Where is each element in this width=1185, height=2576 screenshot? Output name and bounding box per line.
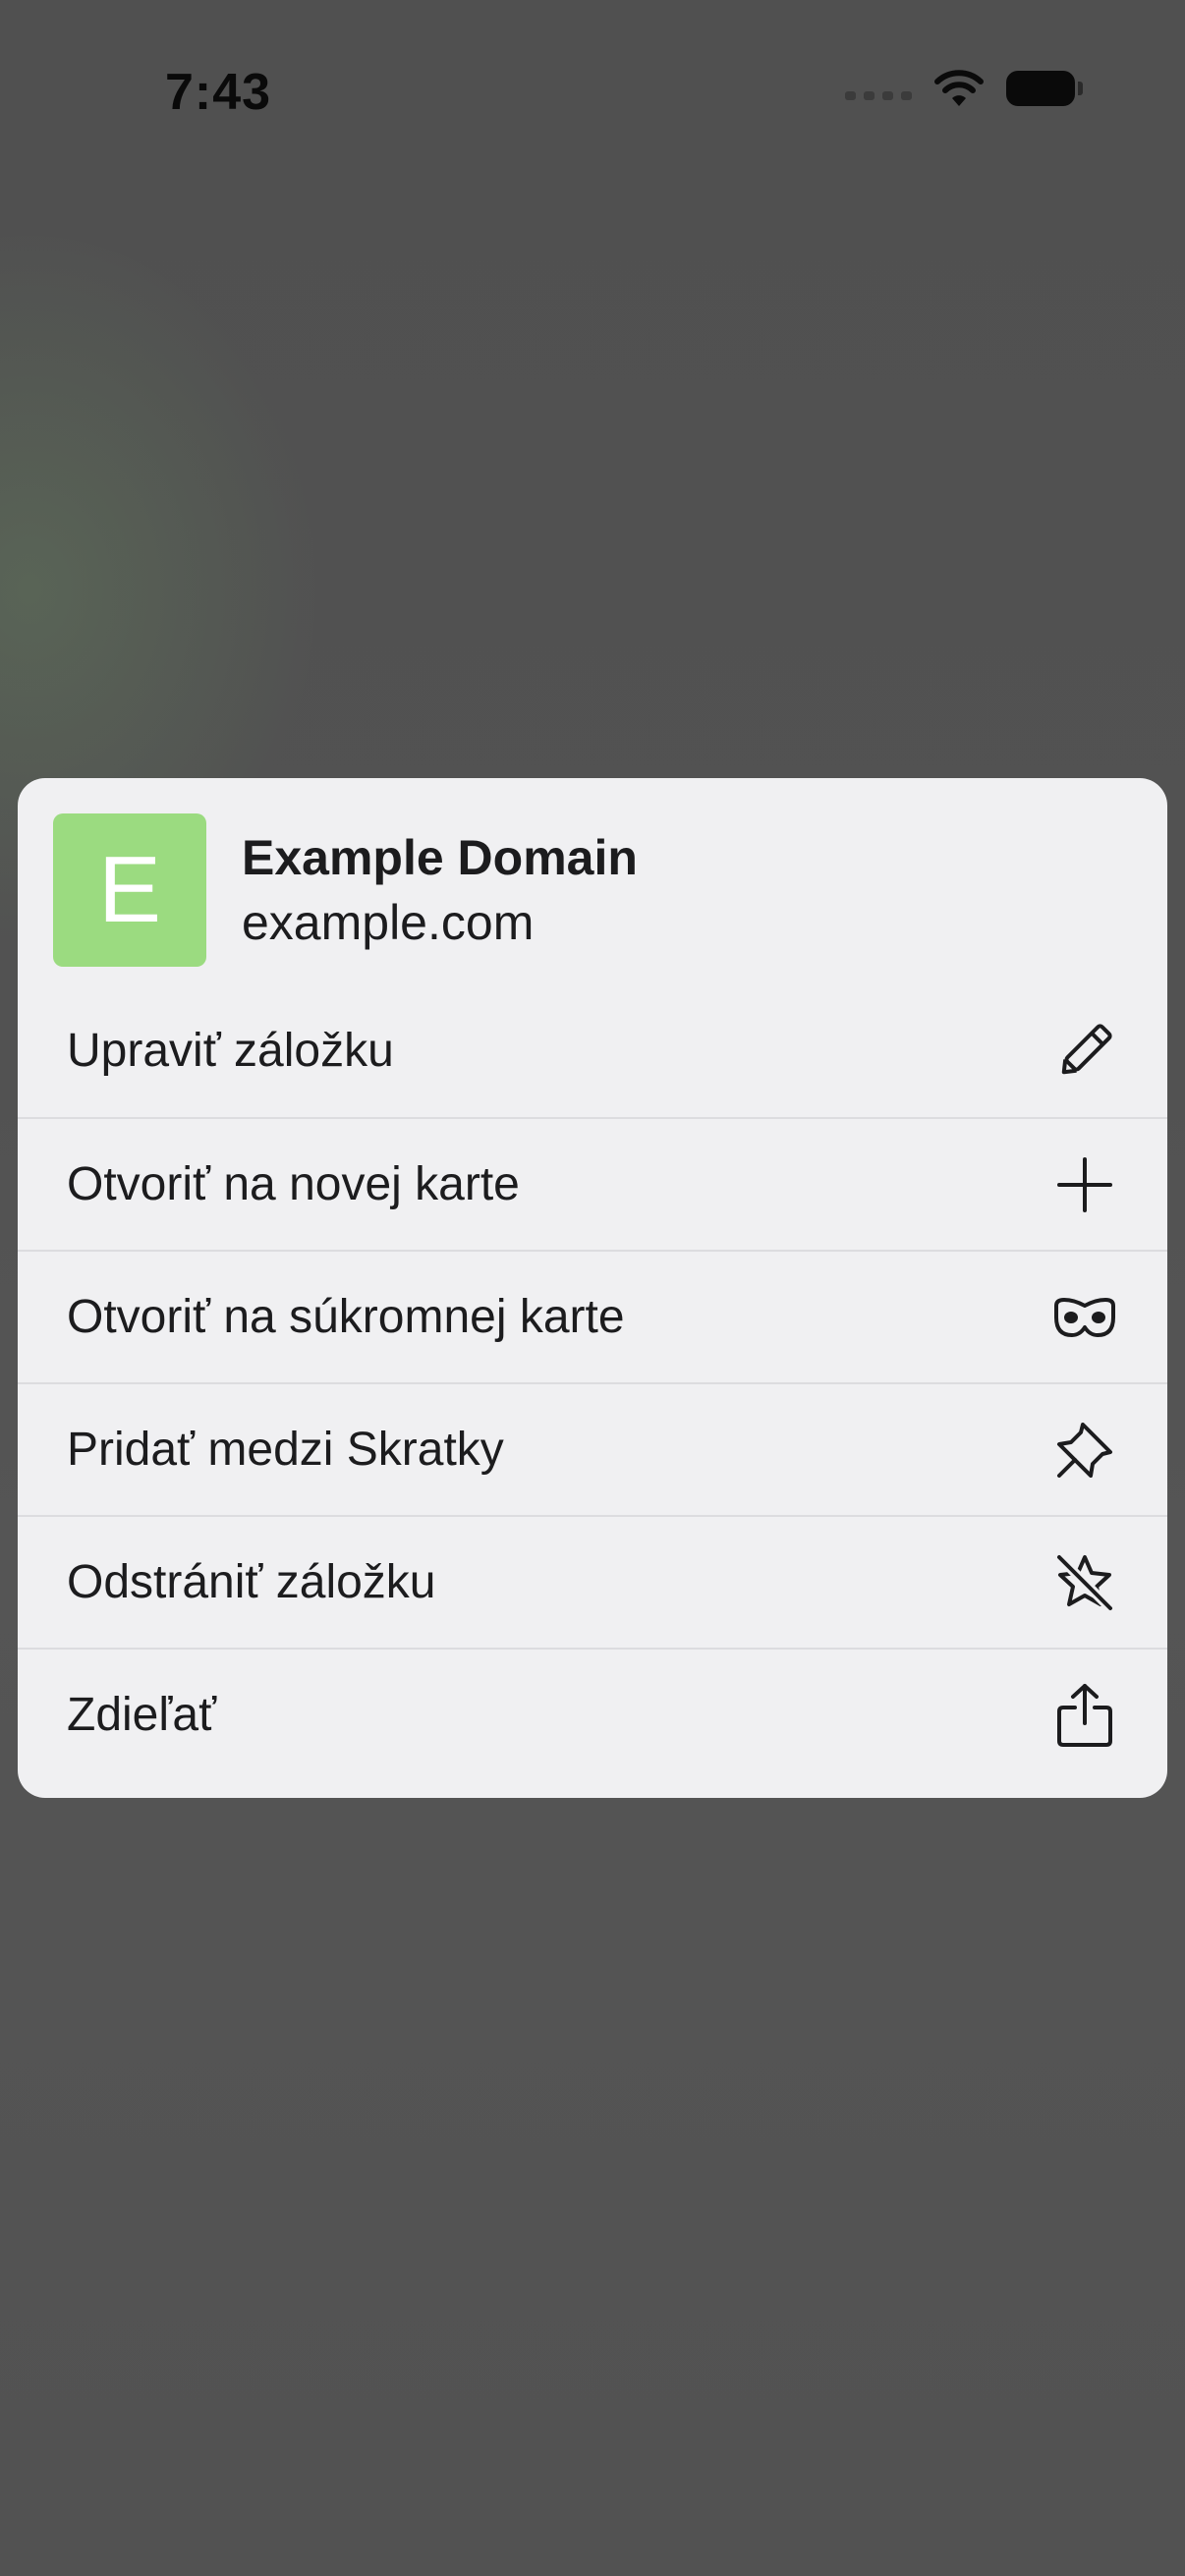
- plus-icon: [1051, 1151, 1118, 1218]
- private-mask-icon: [1051, 1284, 1118, 1351]
- pin-icon: [1051, 1417, 1118, 1484]
- menu-item-remove-bookmark[interactable]: Odstrániť záložku: [18, 1515, 1167, 1648]
- menu-item-label: Zdieľať: [67, 1689, 217, 1741]
- menu-item-label: Otvoriť na novej karte: [67, 1158, 520, 1210]
- menu-item-add-to-shortcuts[interactable]: Pridať medzi Skratky: [18, 1382, 1167, 1515]
- menu-list: Upraviť záložku Otvoriť na novej karte O…: [18, 984, 1167, 1780]
- bookmark-url: example.com: [242, 895, 535, 950]
- bookmark-context-menu: E Example Domain example.com Upraviť zál…: [18, 778, 1167, 1798]
- bookmark-title: Example Domain: [242, 830, 638, 885]
- battery-icon: [1006, 71, 1083, 106]
- star-slash-icon: [1051, 1549, 1118, 1616]
- menu-item-label: Otvoriť na súkromnej karte: [67, 1291, 625, 1343]
- status-icons: [845, 69, 1083, 108]
- menu-item-share[interactable]: Zdieľať: [18, 1648, 1167, 1780]
- menu-item-label: Pridať medzi Skratky: [67, 1424, 504, 1476]
- menu-item-open-new-tab[interactable]: Otvoriť na novej karte: [18, 1117, 1167, 1250]
- cellular-signal-icon: [845, 78, 912, 100]
- menu-item-label: Odstrániť záložku: [67, 1556, 436, 1608]
- status-time: 7:43: [165, 64, 272, 121]
- wifi-icon: [933, 69, 985, 108]
- bookmark-preview-header: E Example Domain example.com: [18, 778, 1167, 984]
- menu-item-edit-bookmark[interactable]: Upraviť záložku: [18, 984, 1167, 1117]
- share-icon: [1051, 1682, 1118, 1749]
- favicon: E: [53, 813, 206, 967]
- pencil-icon: [1051, 1018, 1118, 1085]
- menu-item-label: Upraviť záložku: [67, 1025, 394, 1077]
- menu-item-open-private-tab[interactable]: Otvoriť na súkromnej karte: [18, 1250, 1167, 1382]
